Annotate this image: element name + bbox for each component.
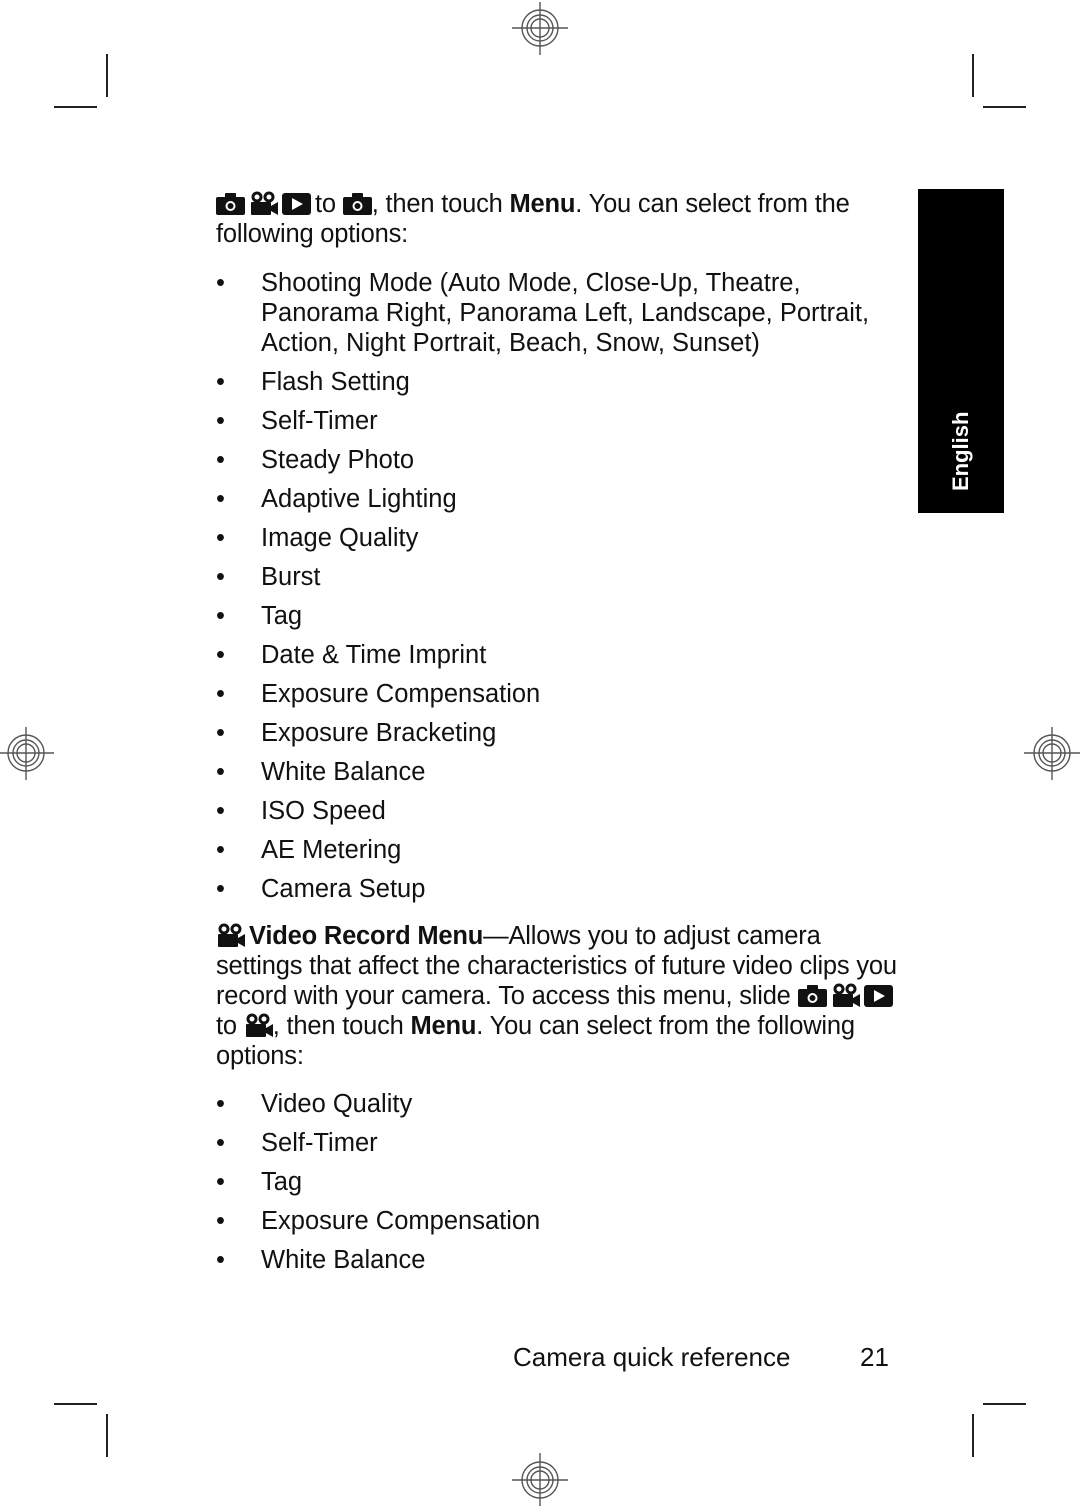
list-item: • AE Metering [216, 835, 906, 865]
option-label: Steady Photo [261, 446, 415, 474]
video-camera-icon [245, 1013, 273, 1037]
list-item: • White Balance [216, 757, 906, 787]
camera-icon [797, 985, 827, 1007]
list-item: • Self-Timer [216, 406, 906, 436]
crop-mark [983, 1403, 1026, 1405]
list-item: • Burst [216, 562, 906, 592]
option-label: ISO Speed [261, 797, 386, 825]
list-item: • Image Quality [216, 523, 906, 553]
list-item: • Date & Time Imprint [216, 640, 906, 670]
bullet-icon: • [216, 407, 225, 435]
video-camera-icon [218, 923, 245, 947]
list-item: • Steady Photo [216, 445, 906, 475]
registration-mark-icon [0, 727, 54, 780]
bullet-icon: • [216, 641, 225, 669]
video-camera-icon [832, 983, 860, 1007]
video-to-text: to [216, 1012, 237, 1040]
list-item: • Flash Setting [216, 367, 906, 397]
crop-mark [983, 106, 1026, 108]
page-number: 21 [860, 1342, 889, 1372]
bullet-icon: • [216, 797, 225, 825]
menu-label: Menu [410, 1012, 477, 1040]
option-label: White Balance [261, 1246, 426, 1274]
intro-to-text: to [315, 190, 336, 218]
list-item: • Exposure Compensation [216, 1206, 906, 1236]
bullet-icon: • [216, 485, 225, 513]
bullet-icon: • [216, 836, 225, 864]
option-label: Burst [261, 563, 321, 591]
bullet-icon: • [216, 758, 225, 786]
crop-mark [54, 1403, 97, 1405]
list-item: • Self-Timer [216, 1128, 906, 1158]
option-label: Self-Timer [261, 407, 378, 435]
option-label: Adaptive Lighting [261, 485, 457, 513]
list-item: • Exposure Bracketing [216, 718, 906, 748]
list-item: • Adaptive Lighting [216, 484, 906, 514]
video-menu-options-list: • Video Quality • Self-Timer • Tag • Exposur… [216, 1089, 906, 1284]
option-label: Shooting Mode (Auto Mode, Close-Up, Thea… [261, 269, 870, 357]
language-label: English [948, 411, 973, 491]
playback-icon [282, 193, 311, 215]
camera-icon [342, 193, 372, 215]
option-label: AE Metering [261, 836, 402, 864]
camera-icon [216, 193, 245, 215]
video-record-paragraph: Video Record Menu—Allows you to adjust c… [216, 921, 906, 1071]
list-item: • Tag [216, 1167, 906, 1197]
crop-mark [972, 54, 974, 97]
list-item: • Exposure Compensation [216, 679, 906, 709]
bullet-icon: • [216, 1246, 225, 1274]
bullet-icon: • [216, 368, 225, 396]
bullet-icon: • [216, 875, 225, 903]
intro-then-text: , then touch [371, 190, 510, 218]
option-label: Camera Setup [261, 875, 426, 903]
registration-mark-icon [512, 1453, 568, 1506]
bullet-icon: • [216, 269, 225, 297]
option-label: Exposure Compensation [261, 1207, 541, 1235]
menu-label: Menu [509, 190, 576, 218]
option-label: White Balance [261, 758, 426, 786]
option-label: Tag [261, 602, 303, 630]
list-item: • Camera Setup [216, 874, 906, 904]
language-side-tab: English [918, 189, 1004, 513]
playback-icon [863, 985, 893, 1007]
bullet-icon: • [216, 1129, 225, 1157]
list-item: • ISO Speed [216, 796, 906, 826]
option-label: Flash Setting [261, 368, 410, 396]
bullet-icon: • [216, 563, 225, 591]
option-label: Date & Time Imprint [261, 641, 487, 669]
bullet-icon: • [216, 602, 225, 630]
crop-mark [106, 54, 108, 97]
bullet-icon: • [216, 446, 225, 474]
option-label: Image Quality [261, 524, 419, 552]
video-then-text: , then touch [272, 1012, 411, 1040]
bullet-icon: • [216, 1090, 225, 1118]
bullet-icon: • [216, 1207, 225, 1235]
list-item: • Shooting Mode (Auto Mode, Close-Up, The… [216, 268, 906, 358]
option-label: Tag [261, 1168, 303, 1196]
list-item: • White Balance [216, 1245, 906, 1275]
video-record-title: Video Record Menu [249, 922, 484, 950]
still-menu-options-list: • Shooting Mode (Auto Mode, Close-Up, The… [216, 268, 906, 913]
bullet-icon: • [216, 524, 225, 552]
crop-mark [54, 106, 97, 108]
registration-mark-icon [512, 2, 568, 55]
crop-mark [106, 1414, 108, 1457]
intro-paragraph: to , then touch Menu. You can select fro… [216, 189, 906, 249]
option-label: Self-Timer [261, 1129, 378, 1157]
option-label: Video Quality [261, 1090, 413, 1118]
bullet-icon: • [216, 1168, 225, 1196]
option-label: Exposure Bracketing [261, 719, 497, 747]
bullet-icon: • [216, 719, 225, 747]
video-camera-icon [251, 191, 278, 215]
crop-mark [972, 1414, 974, 1457]
option-label: Exposure Compensation [261, 680, 541, 708]
list-item: • Tag [216, 601, 906, 631]
registration-mark-icon [1024, 727, 1080, 780]
bullet-icon: • [216, 680, 225, 708]
footer-section-title: Camera quick reference [513, 1342, 791, 1372]
list-item: • Video Quality [216, 1089, 906, 1119]
